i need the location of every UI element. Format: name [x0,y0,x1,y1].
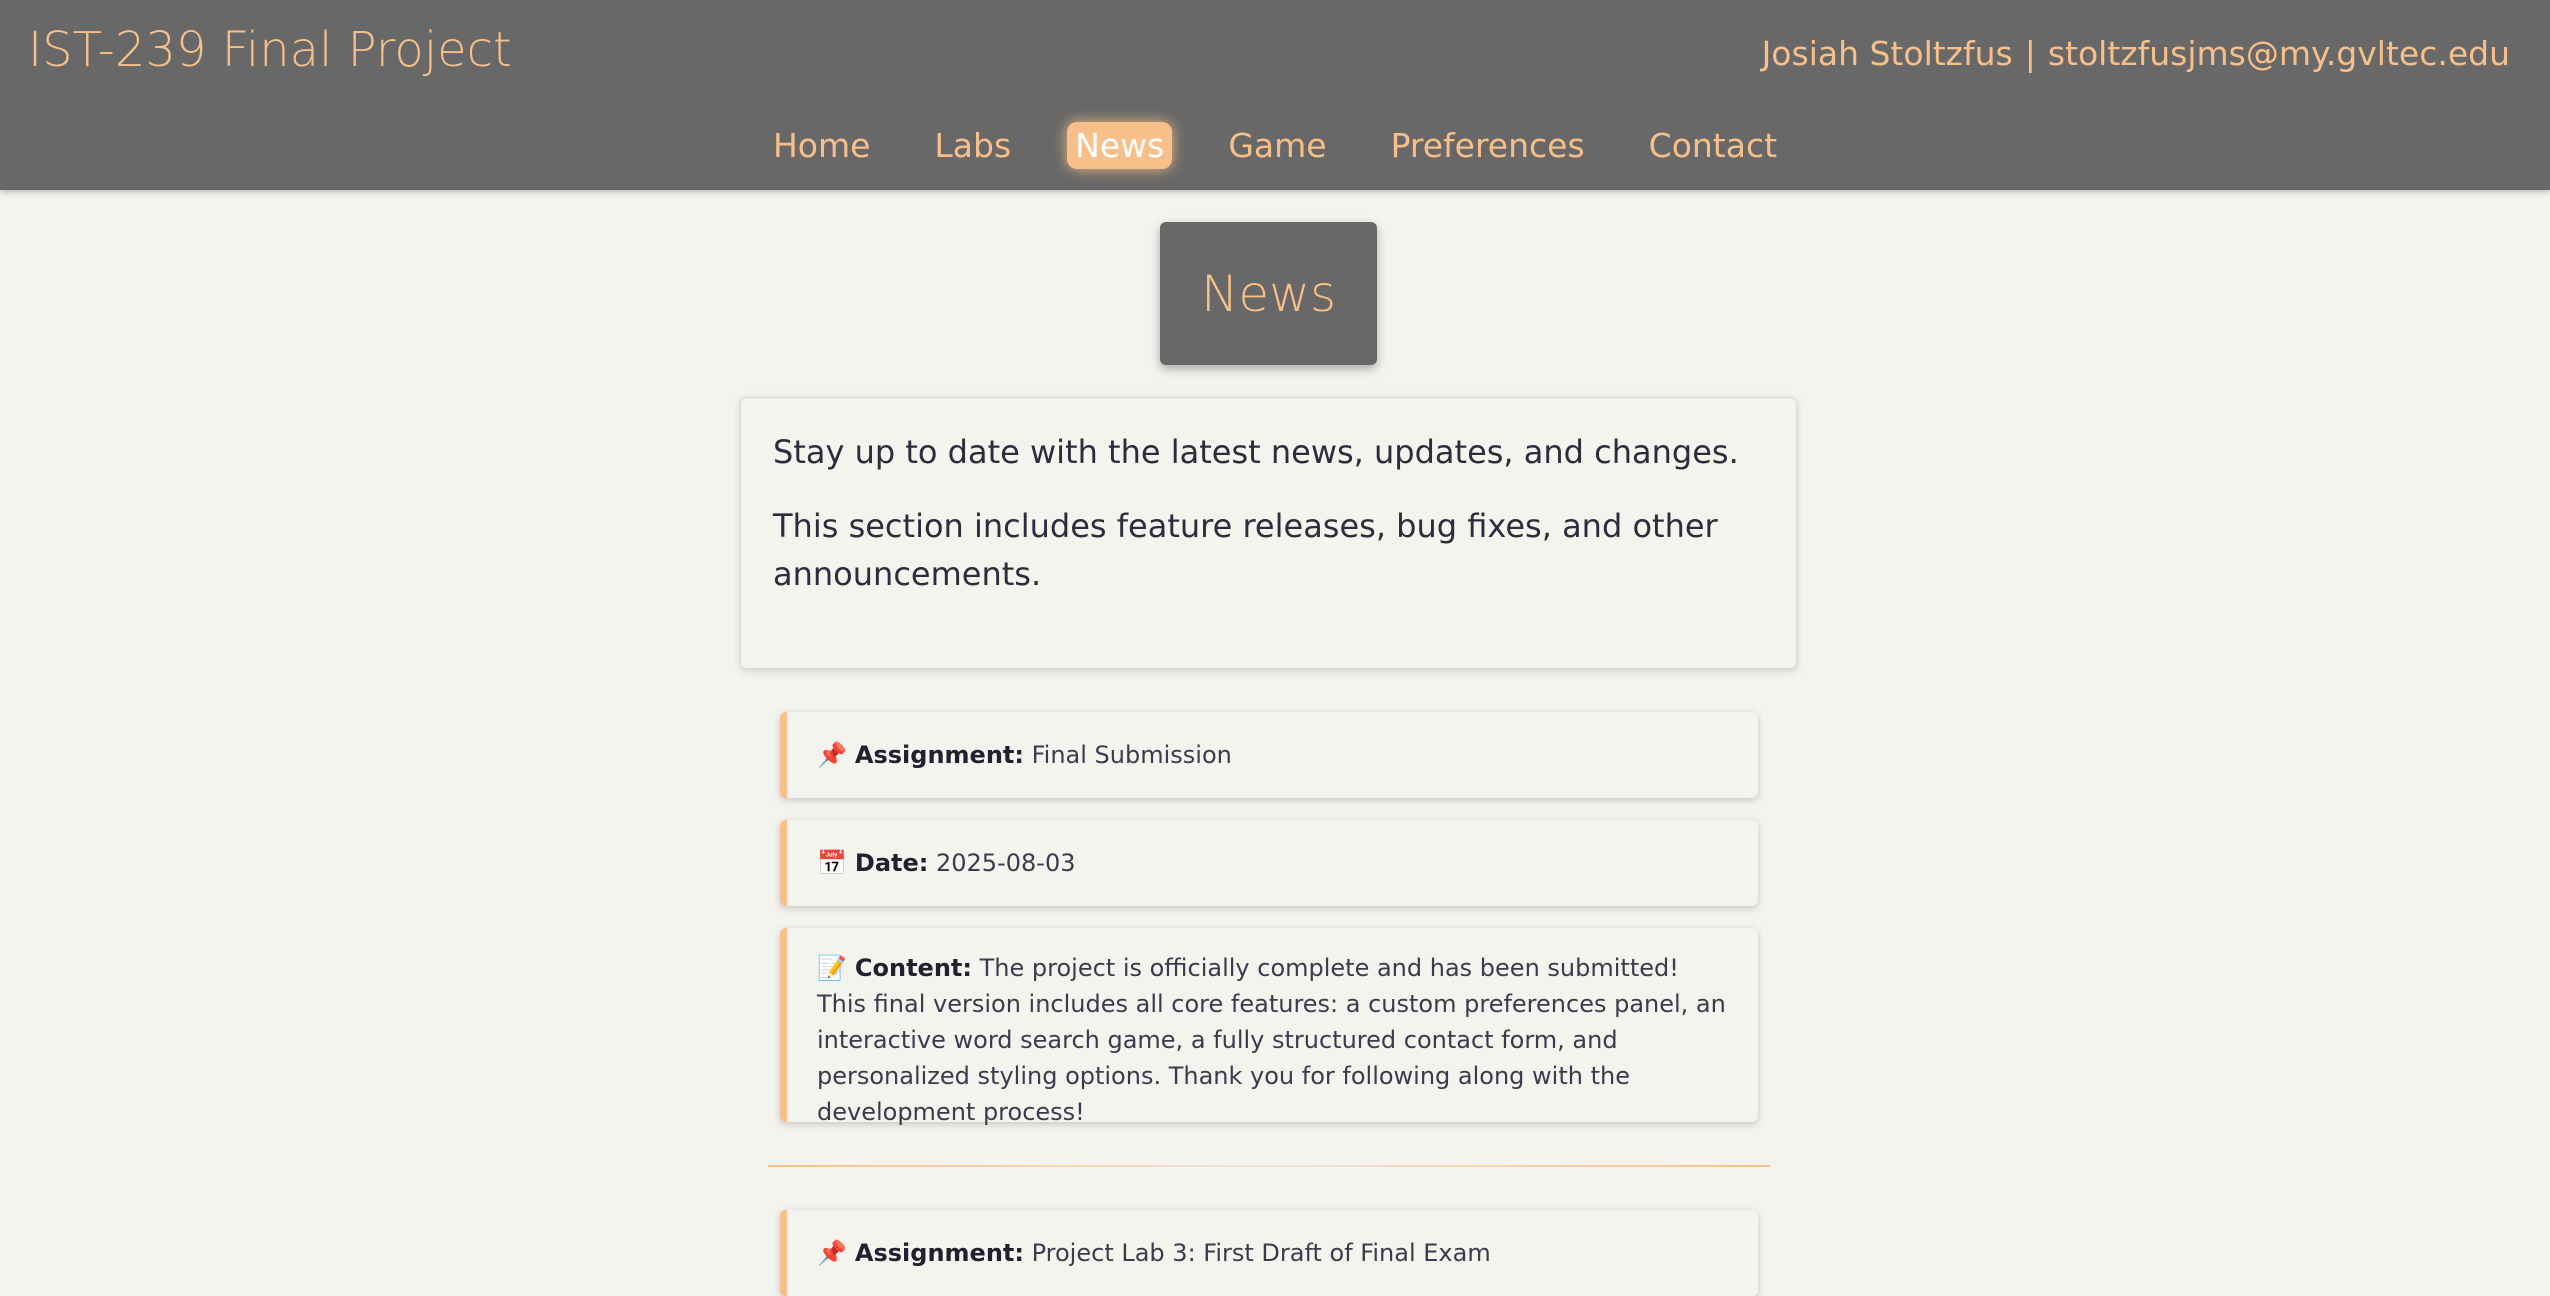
nav-home[interactable]: Home [765,122,878,169]
site-title[interactable]: IST-239 Final Project [28,22,512,78]
content-label: Content: [854,954,972,982]
pushpin-icon: 📌 [817,1239,847,1267]
date-value: 2025-08-03 [936,849,1076,877]
news-assignment-card-2: 📌 Assignment: Project Lab 3: First Draft … [780,1210,1758,1296]
pushpin-icon: 📌 [817,741,847,769]
assignment-label: Assignment: [854,1239,1024,1267]
news-divider [768,1165,1770,1167]
user-email[interactable]: stoltzfusjms@my.gvltec.edu [2048,34,2510,73]
page-title-box: News [1160,222,1377,365]
assignment-value: Project Lab 3: First Draft of Final Exam [1031,1239,1491,1267]
intro-card: Stay up to date with the latest news, up… [740,397,1797,669]
assignment-label: Assignment: [854,741,1024,769]
user-info-separator: | [2024,34,2036,73]
assignment-value: Final Submission [1031,741,1232,769]
user-name: Josiah Stoltzfus [1761,34,2013,73]
page-title: News [1200,264,1337,323]
intro-text-2: This section includes feature releases, … [773,507,1718,593]
nav-game[interactable]: Game [1220,122,1334,169]
news-date-card: 📅 Date: 2025-08-03 [780,820,1758,906]
date-label: Date: [854,849,929,877]
nav-preferences[interactable]: Preferences [1383,122,1593,169]
main-nav: Home Labs News Game Preferences Contact [0,122,2550,169]
nav-labs[interactable]: Labs [926,122,1019,169]
intro-text-1: Stay up to date with the latest news, up… [773,433,1739,471]
news-content-card: 📝 Content: The project is officially comp… [780,928,1758,1126]
memo-icon: 📝 [817,954,847,982]
user-info: Josiah Stoltzfus | stoltzfusjms@my.gvltec.… [1762,34,2510,73]
nav-news[interactable]: News [1067,122,1173,169]
site-header: IST-239 Final Project Josiah Stoltzfus | s… [0,0,2550,190]
nav-contact[interactable]: Contact [1641,122,1785,169]
calendar-icon: 📅 [817,849,847,877]
news-assignment-card: 📌 Assignment: Final Submission [780,712,1758,798]
